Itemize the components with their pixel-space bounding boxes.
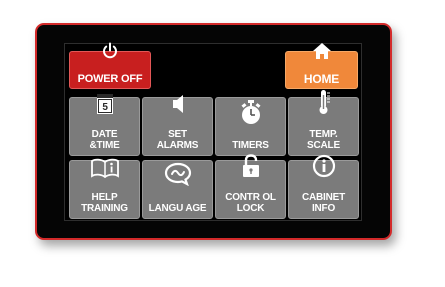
set-alarms-button[interactable]: SET ALARMS <box>142 95 213 156</box>
set-alarms-label: SET ALARMS <box>156 129 199 151</box>
calendar-day: 5 <box>102 102 108 113</box>
help-training-label: HELP TRAINING <box>81 192 128 214</box>
speaker-icon <box>170 82 186 126</box>
power-icon <box>101 31 119 71</box>
language-button[interactable]: LANGU AGE <box>142 160 213 219</box>
help-training-button[interactable]: HELP TRAINING <box>69 158 140 219</box>
language-label: LANGU AGE <box>148 203 207 214</box>
touch-screen: POWER OFF HOME 5 DATE &TIME SET ALARMS T… <box>64 42 362 221</box>
speech-bubble-icon <box>164 151 192 197</box>
control-panel-device: POWER OFF HOME 5 DATE &TIME SET ALARMS T… <box>35 23 392 240</box>
stopwatch-icon <box>240 89 262 137</box>
thermometer-icon <box>316 78 332 126</box>
control-lock-button[interactable]: CONTR OL LOCK <box>215 154 286 219</box>
control-lock-label: CONTR OL LOCK <box>225 192 276 214</box>
unlock-icon <box>241 143 261 189</box>
info-icon <box>312 143 336 189</box>
cabinet-info-label: CABINET INFO <box>301 192 346 214</box>
calendar-icon: 5 <box>96 82 114 126</box>
book-info-icon <box>90 147 120 189</box>
cabinet-info-button[interactable]: CABINET INFO <box>288 154 359 219</box>
home-icon <box>312 31 332 71</box>
